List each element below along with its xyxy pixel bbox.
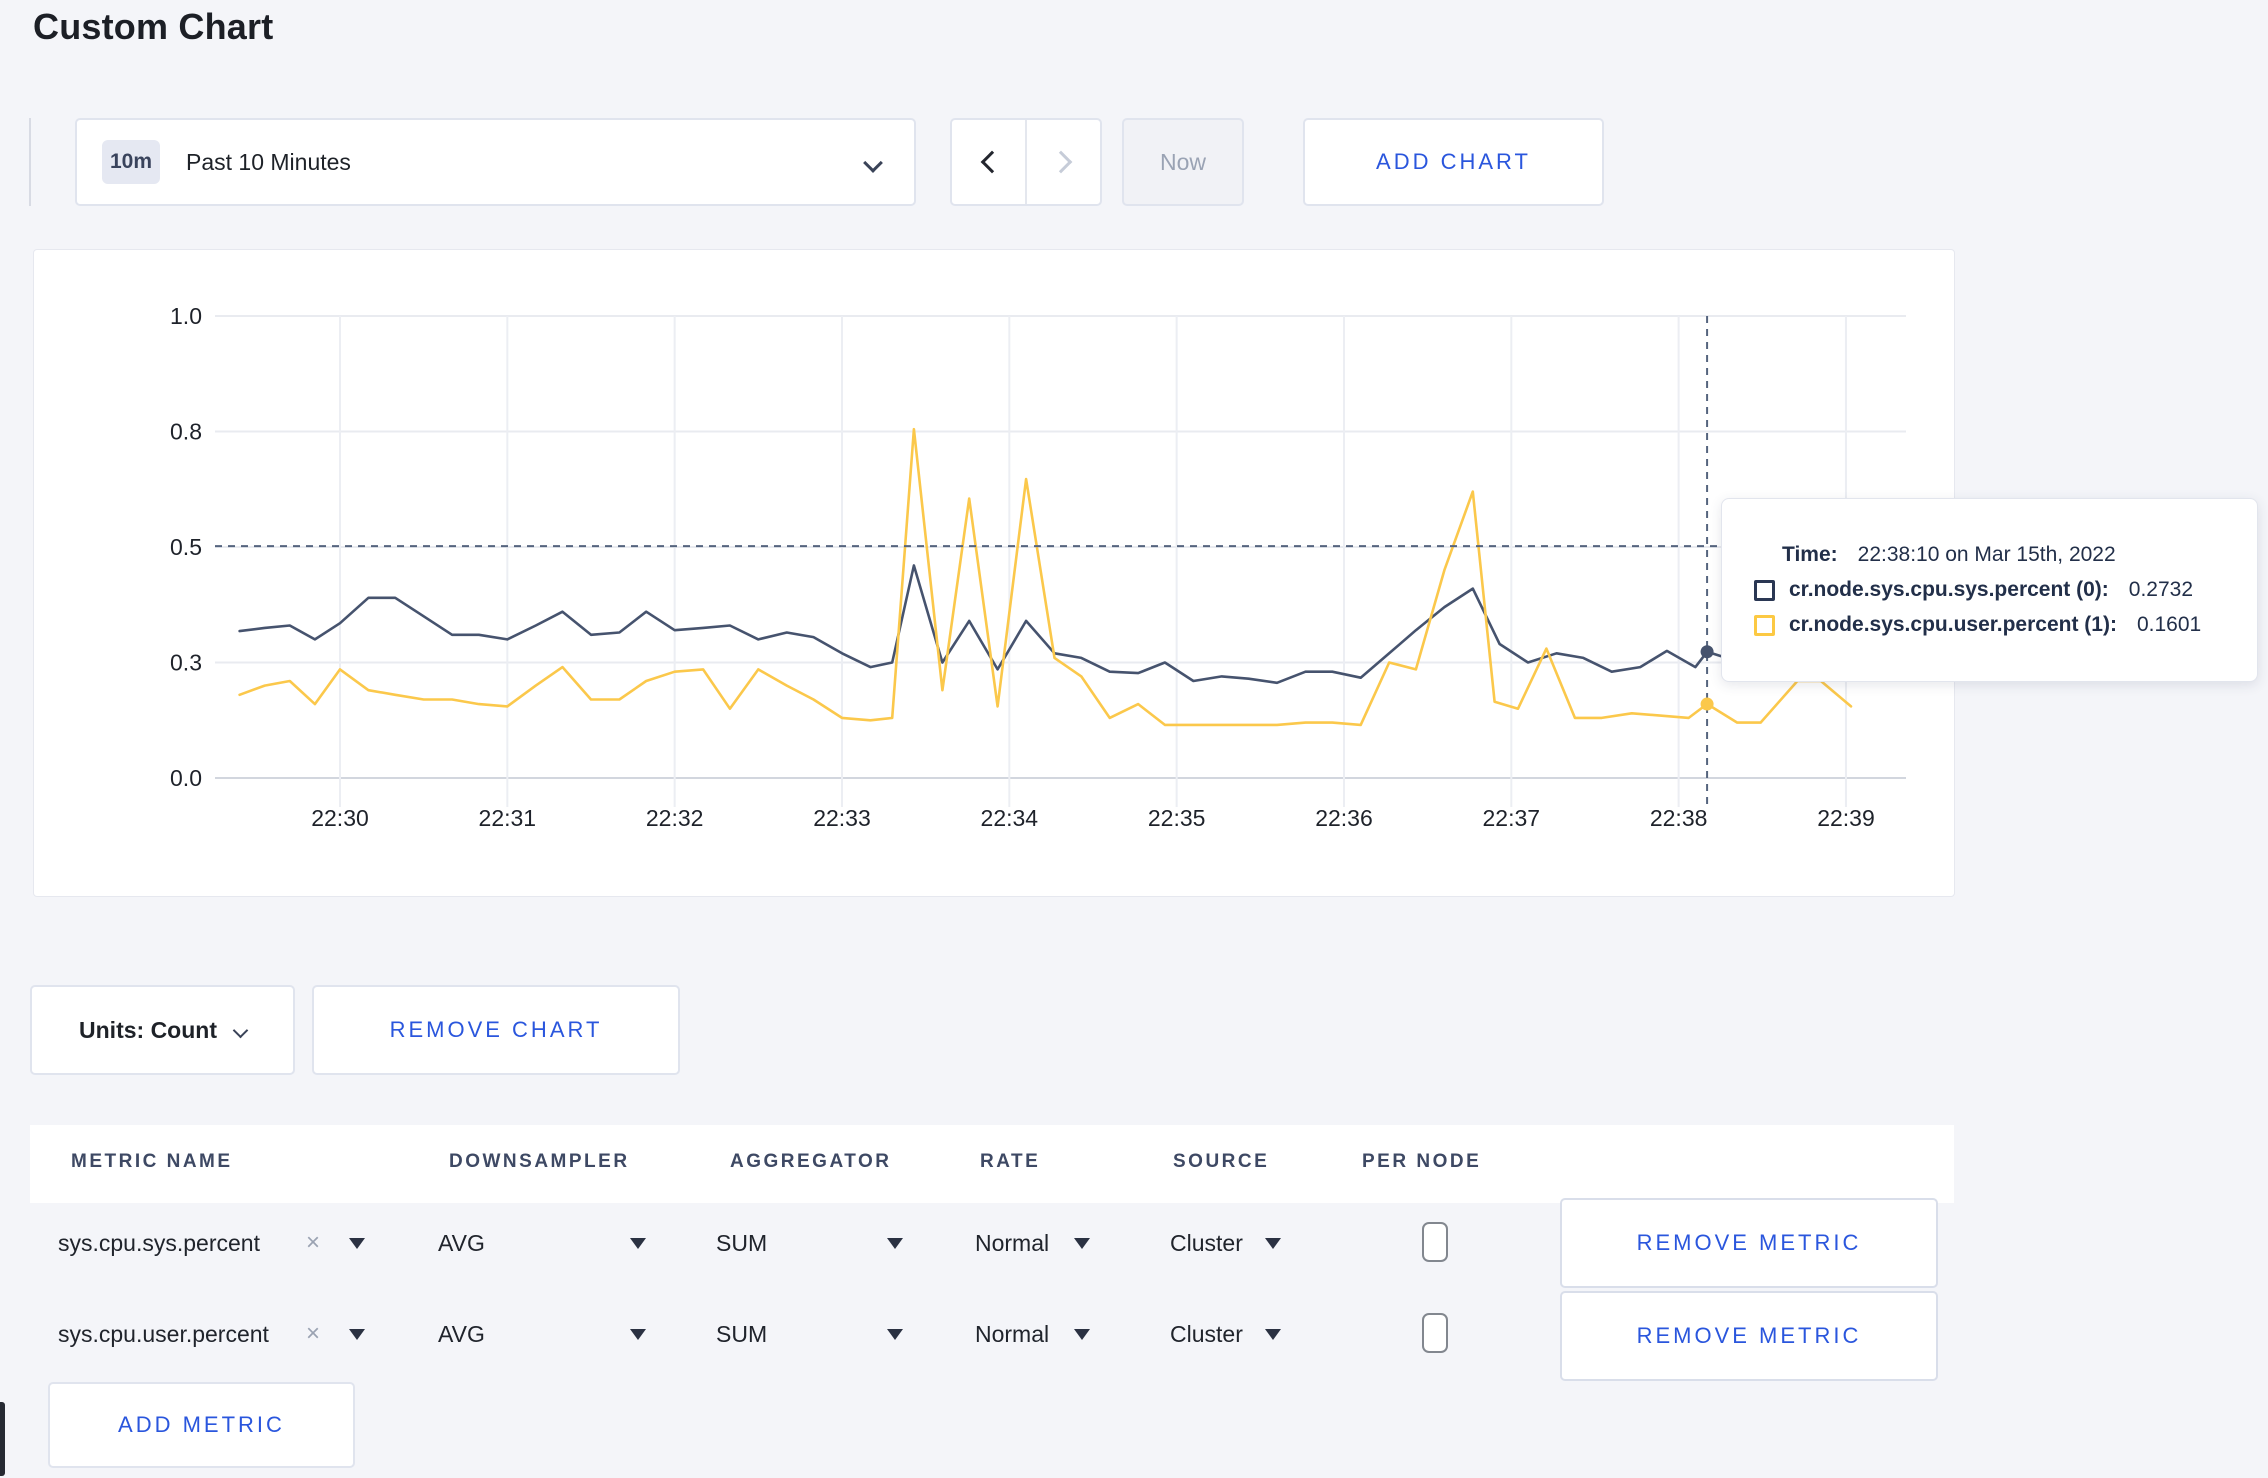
x-axis-tick-label: 22:39 (1817, 805, 1875, 831)
caret-down-icon[interactable] (1074, 1329, 1090, 1340)
clear-metric-icon[interactable]: × (306, 1319, 320, 1349)
hovered-point-dot (1700, 645, 1714, 659)
remove-metric-button[interactable]: REMOVE METRIC (1560, 1291, 1938, 1381)
caret-down-icon[interactable] (349, 1329, 365, 1340)
rate-select[interactable]: Normal (975, 1319, 1049, 1349)
x-axis-tick-label: 22:34 (981, 805, 1039, 831)
toolbar-divider (29, 118, 31, 206)
units-dropdown[interactable]: Units: Count (30, 985, 295, 1075)
caret-down-icon[interactable] (1074, 1238, 1090, 1249)
units-label: Units: Count (79, 1016, 217, 1043)
tooltip-series-value: 0.1601 (2136, 613, 2202, 636)
now-button[interactable]: Now (1122, 118, 1244, 206)
tooltip-series-name: cr.node.sys.cpu.user.percent (1): (1789, 613, 2117, 636)
timeframe-badge: 10m (102, 140, 160, 184)
tooltip-series-name: cr.node.sys.cpu.sys.percent (0): (1789, 578, 2109, 601)
chevron-down-icon (232, 1022, 249, 1038)
next-timeframe-button[interactable] (1025, 120, 1100, 204)
aggregator-select[interactable]: SUM (716, 1319, 767, 1349)
timeframe-dropdown[interactable]: 10m Past 10 Minutes (75, 118, 916, 206)
source-select[interactable]: Cluster (1170, 1228, 1243, 1258)
rate-select[interactable]: Normal (975, 1228, 1049, 1258)
x-axis-tick-label: 22:36 (1315, 805, 1373, 831)
x-axis-tick-label: 22:37 (1483, 805, 1541, 831)
series-line-1 (238, 427, 1853, 727)
column-header-rate: RATE (980, 1151, 1041, 1172)
clear-metric-icon[interactable]: × (306, 1228, 320, 1258)
cpu-line-chart[interactable]: 0.0 0.3 0.5 0.8 1.0 22:30 22:31 22:32 22:33 22:34… (34, 250, 1954, 896)
y-axis-tick-label: 0.5 (170, 534, 202, 560)
per-node-checkbox[interactable] (1422, 1313, 1448, 1353)
caret-down-icon[interactable] (887, 1238, 903, 1249)
chart-card: 0.0 0.3 0.5 0.8 1.0 22:30 22:31 22:32 22:33 22:34… (33, 249, 1955, 897)
tooltip-time-row: Time: 22:38:10 on Mar 15th, 2022 (1722, 543, 2257, 567)
page-title: Custom Chart (33, 6, 274, 47)
column-header-per-node: PER NODE (1362, 1151, 1482, 1172)
time-nav-group (950, 118, 1102, 206)
x-axis-tick-label: 22:32 (646, 805, 704, 831)
source-select[interactable]: Cluster (1170, 1319, 1243, 1349)
x-axis-tick-label: 22:33 (813, 805, 871, 831)
metric-name-select[interactable]: sys.cpu.user.percent (58, 1319, 269, 1349)
y-axis-tick-label: 0.8 (170, 419, 202, 445)
metrics-table-header: METRIC NAME DOWNSAMPLER AGGREGATOR RATE … (30, 1125, 1954, 1203)
per-node-checkbox[interactable] (1422, 1222, 1448, 1262)
x-axis-tick-label: 22:35 (1148, 805, 1206, 831)
remove-chart-button[interactable]: REMOVE CHART (312, 985, 680, 1075)
metric-name-select[interactable]: sys.cpu.sys.percent (58, 1228, 260, 1258)
x-axis-tick-label: 22:38 (1650, 805, 1708, 831)
chevron-down-icon[interactable] (863, 153, 883, 173)
chevron-left-icon (980, 150, 1003, 174)
caret-down-icon[interactable] (1265, 1329, 1281, 1340)
caret-down-icon[interactable] (1265, 1238, 1281, 1249)
caret-down-icon[interactable] (887, 1329, 903, 1340)
remove-metric-button[interactable]: REMOVE METRIC (1560, 1198, 1938, 1288)
column-header-downsampler: DOWNSAMPLER (449, 1151, 630, 1172)
caret-down-icon[interactable] (630, 1329, 646, 1340)
caret-down-icon[interactable] (349, 1238, 365, 1249)
caret-down-icon[interactable] (630, 1238, 646, 1249)
y-axis-tick-label: 0.3 (170, 650, 202, 676)
add-chart-button[interactable]: ADD CHART (1303, 118, 1604, 206)
tooltip-time-label: Time: (1782, 543, 1838, 566)
chart-tooltip: Time: 22:38:10 on Mar 15th, 2022 cr.node… (1721, 498, 2258, 682)
x-axis-tick-label: 22:30 (311, 805, 369, 831)
page-edge-artifact (0, 1402, 5, 1476)
hovered-point-dot (1700, 697, 1714, 711)
series-swatch-user-icon (1754, 614, 1775, 636)
downsampler-select[interactable]: AVG (438, 1319, 485, 1349)
x-axis-tick-label: 22:31 (479, 805, 537, 831)
tooltip-series-row: cr.node.sys.cpu.user.percent (1): 0.1601 (1722, 613, 2257, 637)
add-metric-button[interactable]: ADD METRIC (48, 1382, 355, 1468)
column-header-source: SOURCE (1173, 1151, 1270, 1172)
y-axis-tick-label: 0.0 (170, 765, 202, 791)
tooltip-series-row: cr.node.sys.cpu.sys.percent (0): 0.2732 (1722, 578, 2257, 602)
column-header-metric-name: METRIC NAME (71, 1151, 233, 1172)
chevron-right-icon (1049, 150, 1072, 174)
downsampler-select[interactable]: AVG (438, 1228, 485, 1258)
prev-timeframe-button[interactable] (952, 120, 1025, 204)
aggregator-select[interactable]: SUM (716, 1228, 767, 1258)
series-swatch-sys-icon (1754, 579, 1775, 601)
tooltip-series-value: 0.2732 (2128, 578, 2194, 601)
timeframe-label: Past 10 Minutes (186, 148, 351, 175)
column-header-aggregator: AGGREGATOR (730, 1151, 892, 1172)
tooltip-time-value: 22:38:10 on Mar 15th, 2022 (1857, 543, 2116, 566)
y-axis-tick-label: 1.0 (170, 303, 202, 329)
